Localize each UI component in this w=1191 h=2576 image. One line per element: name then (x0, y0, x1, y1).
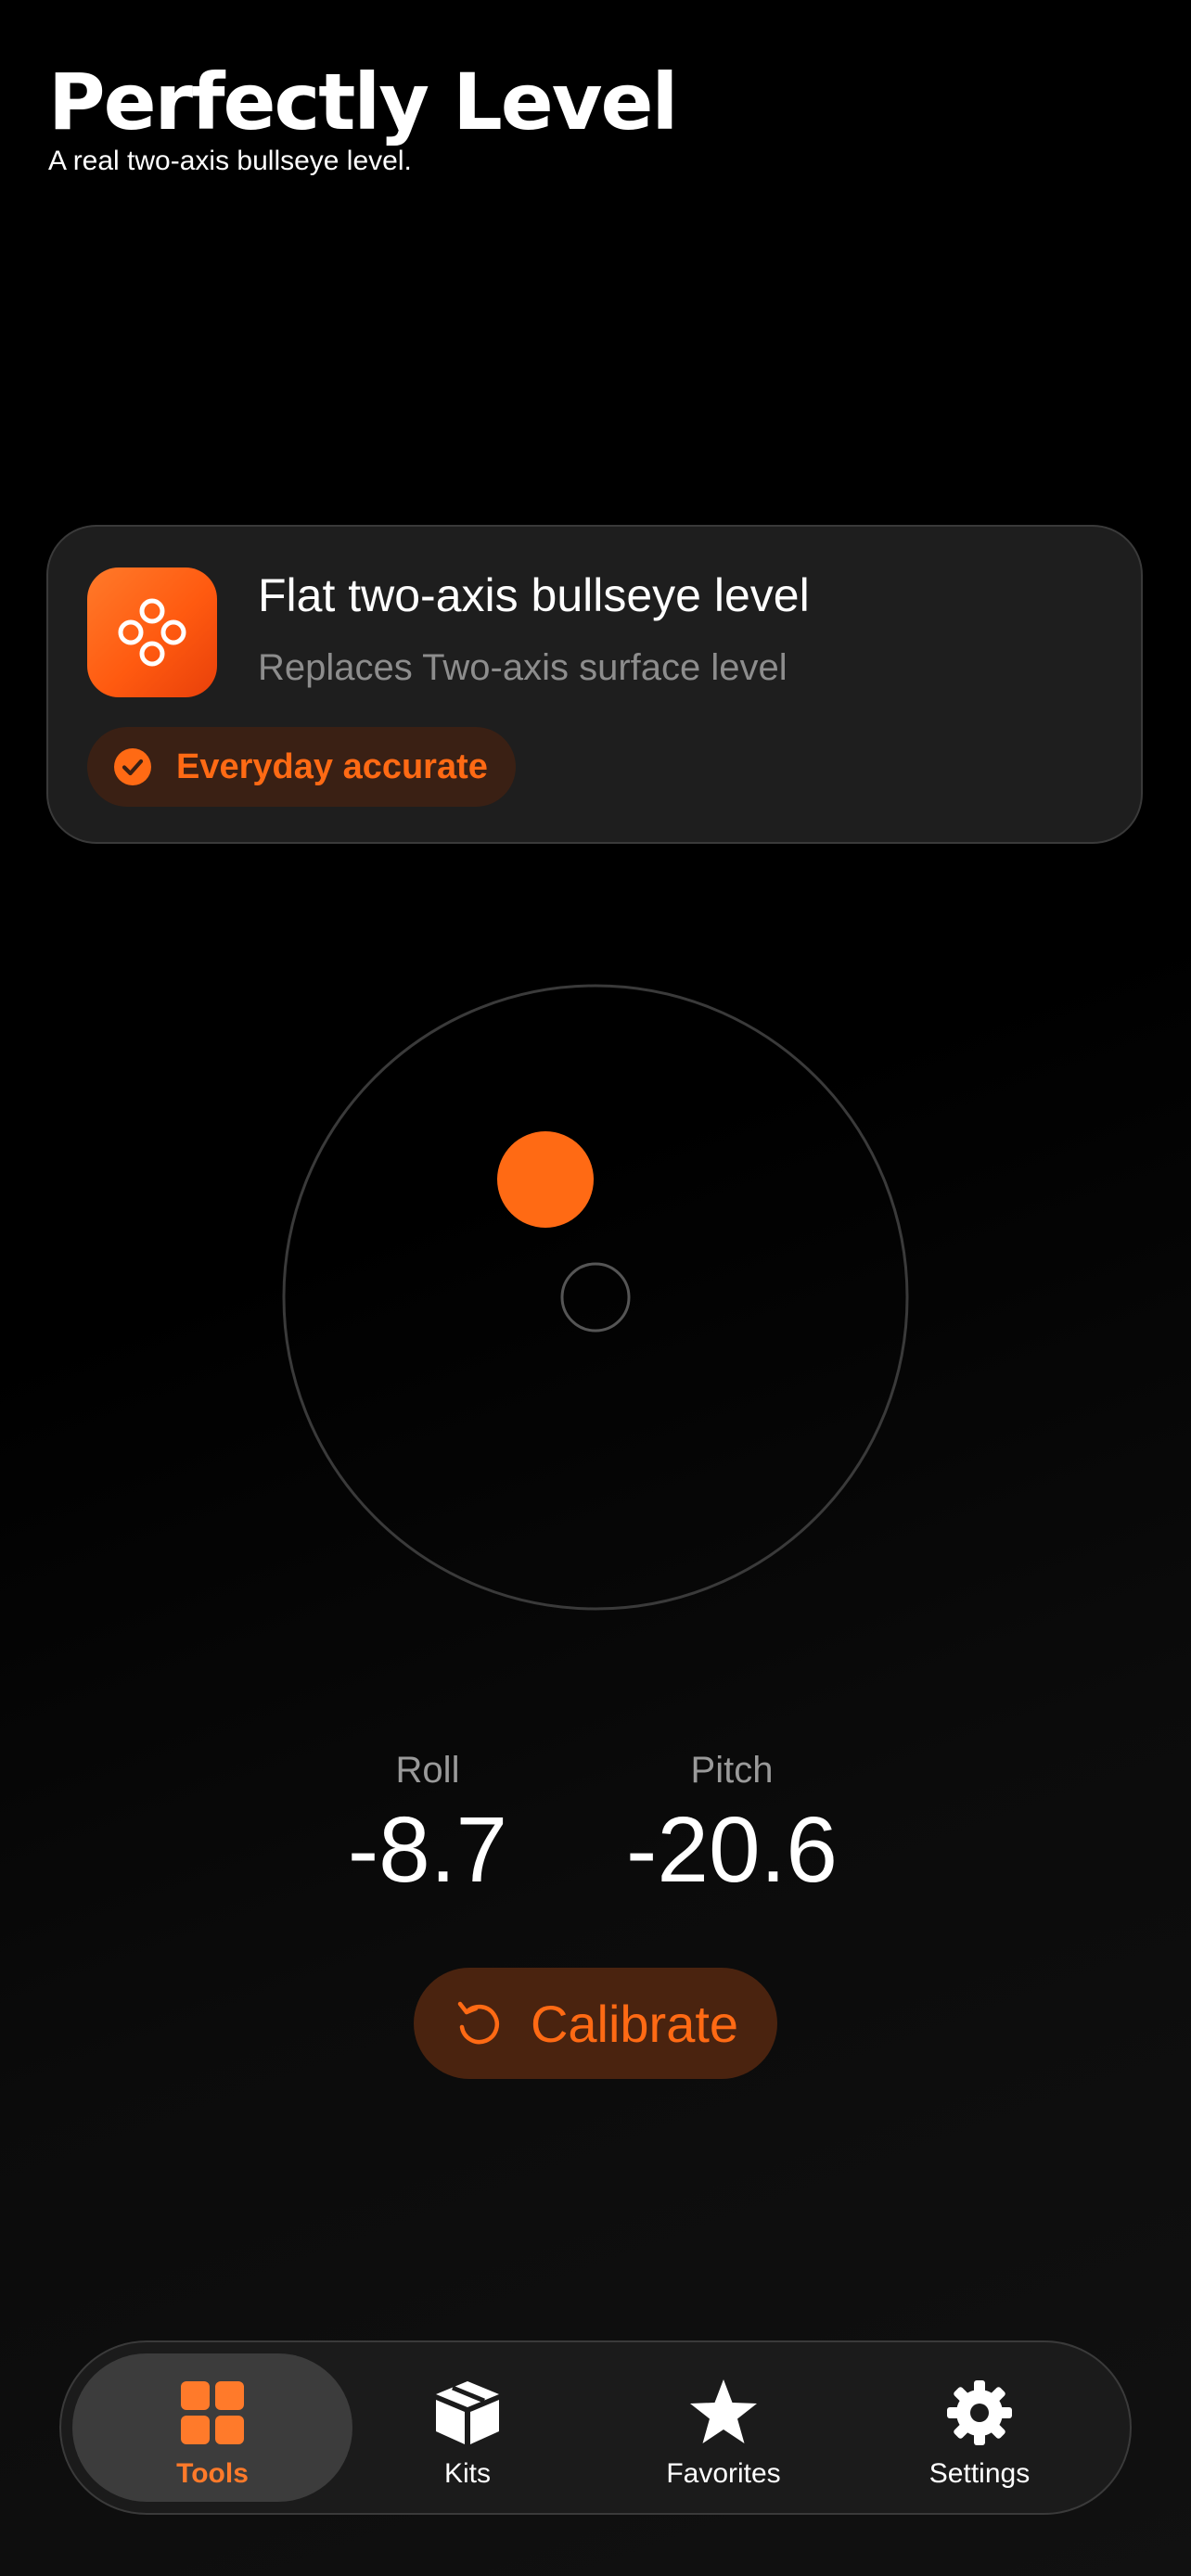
page-subtitle: A real two-axis bullseye level. (48, 146, 412, 176)
tab-favorites[interactable]: Favorites (596, 2353, 852, 2502)
bubble-indicator (497, 1131, 594, 1228)
bullseye-center-target (560, 1262, 631, 1333)
tab-settings-label: Settings (928, 2458, 1031, 2489)
pitch-value: -20.6 (626, 1798, 838, 1902)
tab-settings[interactable]: Settings (852, 2353, 1108, 2502)
header: Perfectly Level A real two-axis bullseye… (48, 56, 678, 178)
angle-readouts: Roll -8.7 Pitch -20.6 (0, 1747, 1191, 1923)
gear-icon (947, 2380, 1012, 2445)
roll-readout: Roll -8.7 (279, 1747, 576, 1901)
page-title: Perfectly Level (48, 57, 678, 147)
box-icon (436, 2381, 499, 2444)
star-icon (690, 2379, 757, 2443)
bullseye-outer-ring (282, 984, 909, 1611)
rotate-ccw-icon (457, 2001, 499, 2045)
calibrate-label: Calibrate (530, 1994, 739, 2053)
tab-favorites-label: Favorites (666, 2458, 781, 2489)
pitch-label: Pitch (690, 1750, 774, 1791)
roll-label: Roll (395, 1750, 460, 1791)
calibrate-button[interactable]: Calibrate (414, 1968, 777, 2079)
grid-icon (181, 2381, 244, 2444)
roll-value: -8.7 (347, 1798, 508, 1902)
tool-card[interactable]: Flat two-axis bullseye level Replaces Tw… (46, 525, 1143, 844)
bullseye-level (282, 984, 909, 1611)
pitch-readout: Pitch -20.6 (583, 1747, 880, 1901)
checkmark-circle-icon (114, 748, 151, 785)
tool-replaces-text: Replaces Two-axis surface level (258, 647, 788, 688)
tab-bar: Tools Kits Favorites Settings (59, 2340, 1132, 2515)
tab-kits[interactable]: Kits (339, 2353, 596, 2502)
four-circles-icon (87, 567, 217, 697)
tool-name: Flat two-axis bullseye level (258, 569, 810, 621)
accuracy-badge-label: Everyday accurate (176, 746, 488, 786)
tab-tools-label: Tools (176, 2458, 249, 2489)
tab-kits-label: Kits (443, 2458, 491, 2489)
tab-tools[interactable]: Tools (72, 2353, 352, 2502)
accuracy-badge: Everyday accurate (87, 727, 516, 807)
